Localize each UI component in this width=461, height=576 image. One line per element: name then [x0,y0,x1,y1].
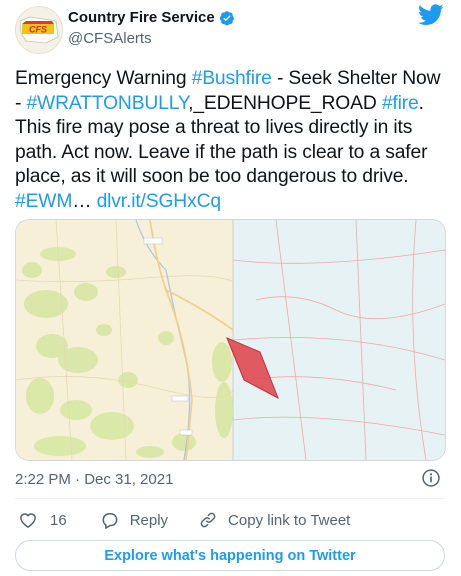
tweet-text-segment: … [72,190,97,212]
avatar[interactable]: CFS [15,6,63,54]
like-button[interactable]: 16 [18,510,67,530]
explore-button[interactable]: Explore what's happening on Twitter [15,540,445,571]
twitter-bird-icon[interactable] [418,4,444,26]
like-count: 16 [50,511,67,529]
copy-link-button[interactable]: Copy link to Tweet [198,510,350,530]
map-graphic [16,220,445,460]
handle[interactable]: @CFSAlerts [68,30,152,47]
link-icon [200,512,216,528]
tweet-link[interactable]: #fire [382,93,419,114]
reply-label: Reply [129,511,169,529]
name-row: Country Fire Service [68,9,235,26]
tweet-text-segment: Emergency Warning [15,68,192,89]
action-bar: 16 Reply Copy link to Tweet [15,509,350,531]
tweet-text: Emergency Warning #Bushfire - Seek Shelt… [15,67,447,214]
verified-badge-icon [219,10,234,25]
map-image[interactable] [15,219,446,461]
info-icon[interactable] [421,468,441,488]
tweet-link[interactable]: #WRATTONBULLY [26,93,188,114]
display-name[interactable]: Country Fire Service [68,9,215,26]
tweet-card: CFS Country Fire Service @CFSAlerts Emer… [0,0,461,576]
heart-icon [20,513,36,528]
svg-text:CFS: CFS [29,25,47,35]
tweet-link[interactable]: #EWM [15,191,72,212]
divider [15,498,445,499]
reply-icon [102,513,118,529]
tweet-link[interactable]: #Bushfire [192,68,272,89]
tweet-link[interactable]: dlvr.it/SGHxCq [97,191,221,212]
timestamp[interactable]: 2:22 PM · Dec 31, 2021 [15,471,173,488]
copy-link-label: Copy link to Tweet [228,511,351,529]
cfs-logo: CFS [16,7,62,53]
reply-button[interactable]: Reply [100,510,168,530]
tweet-text-segment: ,_EDENHOPE_ROAD [188,92,382,114]
